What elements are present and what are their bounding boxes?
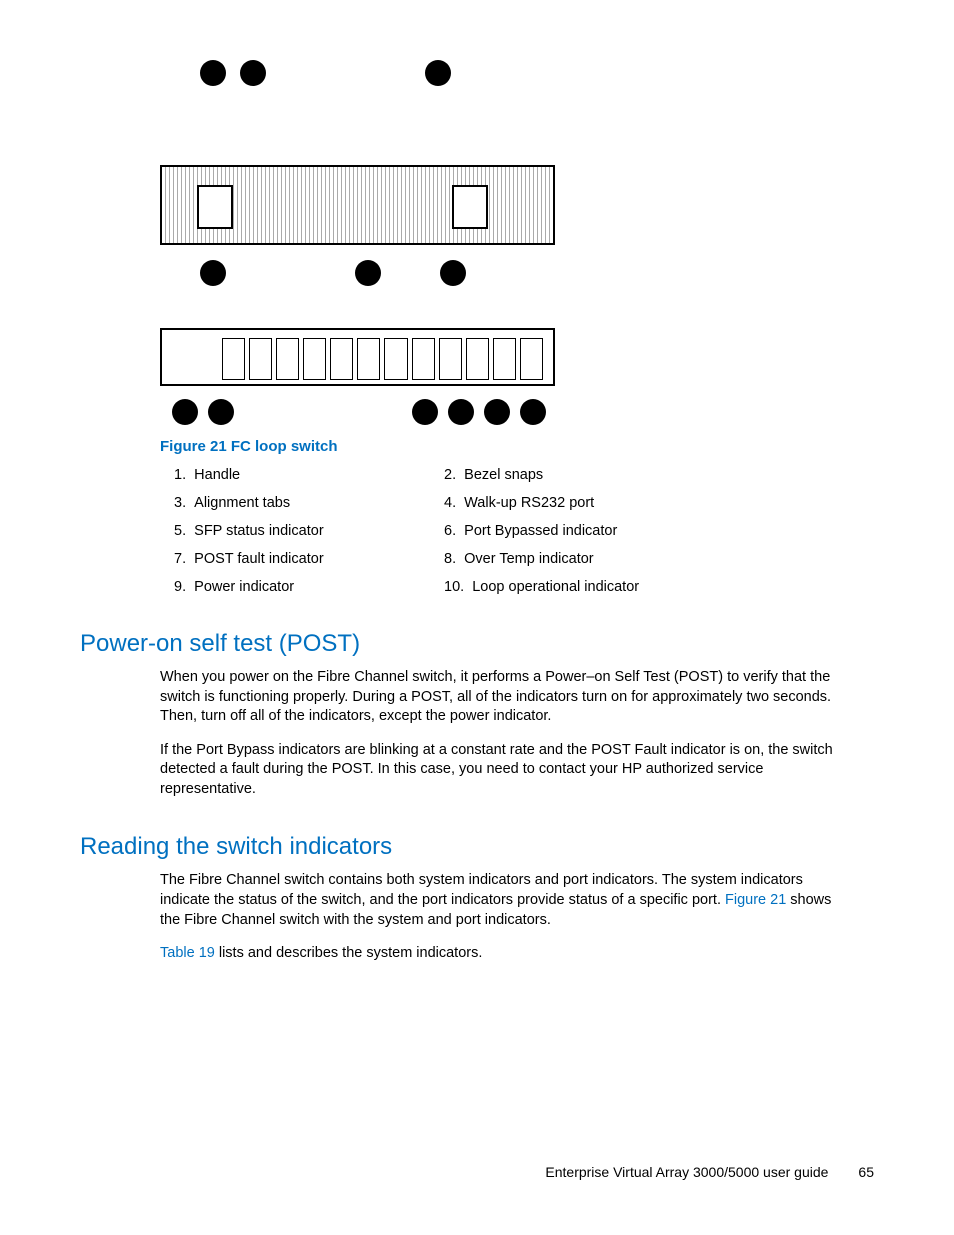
legend-item: 9. Power indicator [174,579,424,595]
figure-diagram [160,60,555,375]
legend-item: 4. Walk-up RS232 port [444,495,724,511]
body-paragraph: When you power on the Fibre Channel swit… [160,668,854,727]
legend-item: 8. Over Temp indicator [444,551,724,567]
legend-item: 10. Loop operational indicator [444,579,724,595]
legend-item: 2. Bezel snaps [444,467,724,483]
heading-indicators: Reading the switch indicators [80,833,874,861]
legend-item: 1. Handle [174,467,424,483]
legend-item: 6. Port Bypassed indicator [444,523,724,539]
page-footer: Enterprise Virtual Array 3000/5000 user … [545,1164,874,1180]
legend-item: 7. POST fault indicator [174,551,424,567]
figure-block: Figure 21 FC loop switch 1. Handle 2. Be… [160,60,874,595]
figure-crossref-link[interactable]: Figure 21 [725,892,786,908]
body-paragraph: The Fibre Channel switch contains both s… [160,871,854,930]
body-paragraph: Table 19 lists and describes the system … [160,944,854,964]
page-number: 65 [858,1164,874,1180]
table-crossref-link[interactable]: Table 19 [160,945,215,961]
figure-legend: 1. Handle 2. Bezel snaps 3. Alignment ta… [174,467,874,595]
footer-doc-title: Enterprise Virtual Array 3000/5000 user … [545,1164,828,1180]
heading-post: Power-on self test (POST) [80,630,874,658]
legend-item: 5. SFP status indicator [174,523,424,539]
body-paragraph: If the Port Bypass indicators are blinki… [160,741,854,800]
figure-caption: Figure 21 FC loop switch [160,438,874,455]
legend-item: 3. Alignment tabs [174,495,424,511]
